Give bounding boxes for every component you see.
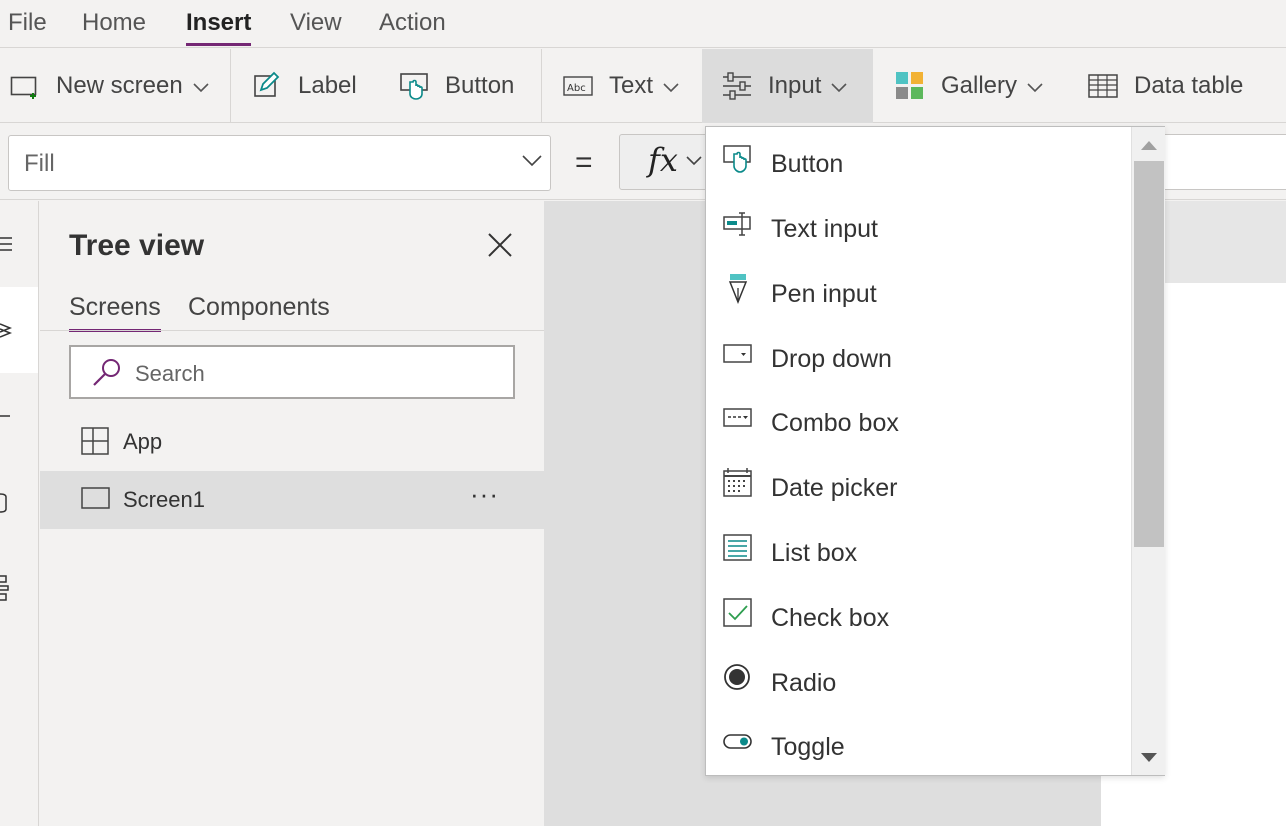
menu-item-label: Date picker xyxy=(771,474,898,502)
tree-item-app[interactable]: App xyxy=(40,413,544,471)
menu-item-text-input[interactable]: Text input xyxy=(706,195,1131,259)
menu-item-label: List box xyxy=(771,539,858,567)
chevron-down-icon xyxy=(522,154,542,172)
formula-input[interactable] xyxy=(1160,134,1286,190)
list-box-icon xyxy=(723,533,753,563)
new-screen-label: New screen xyxy=(56,72,183,99)
menu-item-label: Combo box xyxy=(771,409,899,437)
close-icon[interactable] xyxy=(486,231,514,259)
input-label: Input xyxy=(768,72,822,99)
property-select[interactable]: Fill xyxy=(8,135,551,191)
drop-down-icon xyxy=(723,339,753,369)
new-screen-button[interactable]: New screen xyxy=(10,49,209,123)
menu-tab-insert[interactable]: Insert xyxy=(186,8,252,46)
menu-item-label: Check box xyxy=(771,604,890,632)
gallery-label: Gallery xyxy=(941,72,1018,99)
menu-tab-view[interactable]: View xyxy=(290,8,342,40)
menu-item-button[interactable]: Button xyxy=(706,130,1131,194)
scroll-down-arrow-icon[interactable] xyxy=(1141,753,1157,762)
menu-item-label: Drop down xyxy=(771,345,892,373)
menu-tab-action[interactable]: Action xyxy=(379,8,446,40)
toggle-icon xyxy=(723,727,753,757)
screen-icon xyxy=(81,485,111,516)
chevron-down-icon xyxy=(193,72,209,100)
combo-box-icon xyxy=(723,403,753,433)
data-table-button[interactable]: Data table xyxy=(1088,49,1243,123)
menu-item-date-picker[interactable]: Date picker xyxy=(706,454,1131,518)
menu-item-label: Toggle xyxy=(771,733,845,761)
equals-sign: = xyxy=(575,146,593,179)
scroll-thumb[interactable] xyxy=(1134,161,1164,547)
input-button[interactable]: Input xyxy=(702,49,873,123)
property-value: Fill xyxy=(24,150,55,177)
tree-view-title: Tree view xyxy=(69,229,205,262)
radio-icon xyxy=(723,663,753,693)
more-options-icon[interactable]: ··· xyxy=(470,479,499,510)
gallery-button[interactable]: Gallery xyxy=(895,49,1043,123)
rail-data-icon[interactable] xyxy=(0,459,38,545)
menu-item-label: Text input xyxy=(771,215,879,243)
menu-item-toggle[interactable]: Toggle xyxy=(706,713,1131,777)
data-table-label: Data table xyxy=(1134,72,1244,99)
chevron-down-icon xyxy=(663,72,679,100)
menu-item-radio[interactable]: Radio xyxy=(706,649,1131,713)
rail-advanced-icon[interactable] xyxy=(0,545,38,631)
fx-button[interactable]: fx xyxy=(619,134,719,190)
chevron-down-icon xyxy=(1027,72,1043,100)
date-picker-icon xyxy=(723,468,753,498)
label-icon xyxy=(252,71,282,101)
rail-menu-icon[interactable] xyxy=(0,201,38,287)
menu-item-label: Pen input xyxy=(771,280,877,308)
text-input-icon xyxy=(723,209,753,239)
app-icon xyxy=(81,427,109,460)
pen-input-icon xyxy=(723,274,753,304)
dropdown-scrollbar[interactable] xyxy=(1131,127,1165,775)
menu-tab-file[interactable]: File xyxy=(8,8,47,40)
menu-item-label: Button xyxy=(771,150,844,178)
menu-item-pen-input[interactable]: Pen input xyxy=(706,260,1131,324)
button-icon xyxy=(399,71,429,101)
tree-item-label: Screen1 xyxy=(123,487,205,512)
label-label: Label xyxy=(298,72,357,99)
menu-bar: File Home Insert View Action xyxy=(0,0,1286,48)
left-rail xyxy=(0,201,39,826)
scroll-up-arrow-icon[interactable] xyxy=(1141,141,1157,150)
tree-search-input[interactable]: Search xyxy=(69,345,515,399)
button-label: Button xyxy=(445,72,515,99)
tree-item-screen1[interactable]: Screen1 ··· xyxy=(40,471,544,529)
label-button[interactable]: Label xyxy=(252,49,357,123)
menu-item-combo-box[interactable]: Combo box xyxy=(706,389,1131,453)
text-icon: Abc xyxy=(563,71,593,101)
chevron-down-icon xyxy=(686,153,702,171)
menu-tab-home[interactable]: Home xyxy=(82,8,146,40)
text-button[interactable]: Abc Text xyxy=(563,49,679,123)
rail-insert-icon[interactable] xyxy=(0,373,38,459)
gallery-icon xyxy=(895,71,925,101)
button-icon xyxy=(723,144,753,174)
tree-item-label: App xyxy=(123,429,163,454)
insert-ribbon: New screen Label Button Abc Text Input G… xyxy=(0,49,1286,123)
input-dropdown-menu: Button Text input Pen input Drop down Co… xyxy=(705,126,1165,776)
tab-components[interactable]: Components xyxy=(188,293,330,322)
search-icon xyxy=(91,357,123,394)
sliders-icon xyxy=(722,71,752,101)
menu-item-list-box[interactable]: List box xyxy=(706,519,1131,583)
new-screen-icon xyxy=(10,71,40,101)
rail-layers-icon[interactable] xyxy=(0,287,38,373)
svg-text:Abc: Abc xyxy=(567,83,586,94)
data-table-icon xyxy=(1088,71,1118,101)
fx-icon: fx xyxy=(648,141,678,179)
text-label: Text xyxy=(609,72,654,99)
menu-item-check-box[interactable]: Check box xyxy=(706,584,1131,648)
search-placeholder: Search xyxy=(135,361,205,386)
tab-screens[interactable]: Screens xyxy=(69,293,161,332)
tree-view-pane: Tree view Screens Components Search App … xyxy=(40,201,544,826)
chevron-down-icon xyxy=(831,72,847,100)
check-box-icon xyxy=(723,598,753,628)
menu-item-drop-down[interactable]: Drop down xyxy=(706,325,1131,389)
button-button[interactable]: Button xyxy=(399,49,514,123)
menu-item-label: Radio xyxy=(771,669,837,697)
